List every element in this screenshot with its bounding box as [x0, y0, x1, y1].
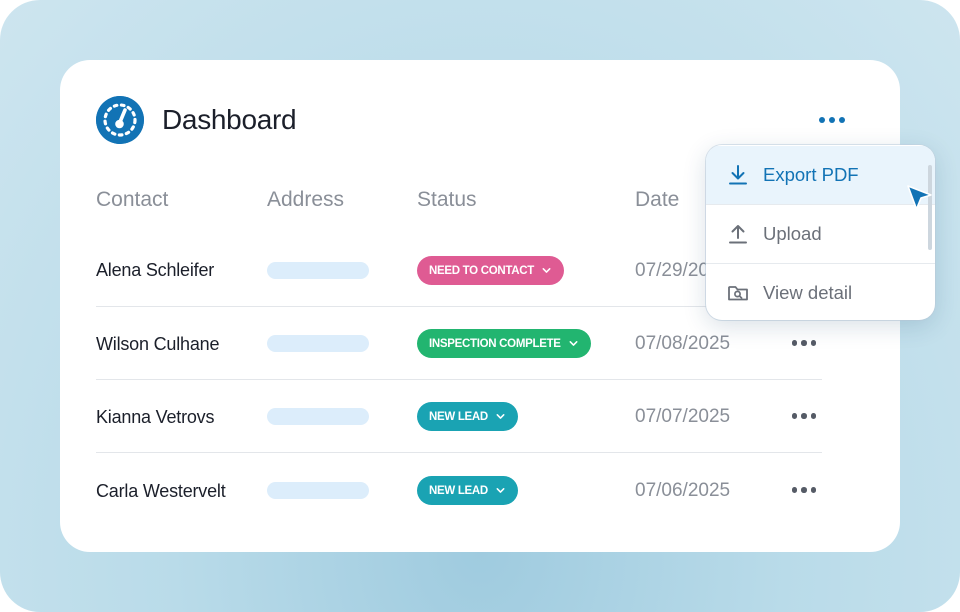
menu-item-upload[interactable]: Upload [706, 205, 935, 263]
more-horizontal-icon [791, 413, 798, 419]
status-label: NEW LEAD [429, 410, 488, 423]
chevron-down-icon [569, 341, 578, 346]
header-more-button[interactable] [812, 108, 852, 132]
menu-item-label: Upload [763, 223, 822, 244]
status-badge[interactable]: NEW LEAD [417, 476, 518, 505]
contact-name: Carla Westervelt [96, 481, 226, 501]
status-badge[interactable]: INSPECTION COMPLETE [417, 329, 591, 358]
more-horizontal-icon [791, 340, 798, 346]
folder-search-icon [726, 281, 750, 305]
page-title: Dashboard [162, 104, 297, 135]
row-more-button[interactable] [786, 333, 822, 353]
status-label: NEW LEAD [429, 484, 488, 497]
date-cell: 07/06/2025 [635, 480, 731, 501]
contact-name: Wilson Culhane [96, 334, 220, 354]
row-more-button[interactable] [786, 406, 822, 426]
upload-icon [726, 222, 750, 246]
status-badge[interactable]: NEW LEAD [417, 402, 518, 431]
address-placeholder [267, 262, 369, 279]
mouse-cursor-icon [906, 184, 934, 214]
contact-name: Alena Schleifer [96, 260, 215, 280]
date-cell: 07/07/2025 [635, 406, 731, 427]
menu-item-label: View detail [763, 282, 853, 303]
column-header-date: Date [635, 188, 680, 211]
chevron-down-icon [496, 488, 505, 493]
status-label: INSPECTION COMPLETE [429, 337, 561, 350]
actions-dropdown-menu: Export PDF Upload View detail [706, 145, 935, 320]
download-icon [726, 163, 750, 187]
address-placeholder [267, 482, 369, 499]
menu-item-view-detail[interactable]: View detail [706, 264, 935, 320]
more-horizontal-icon [819, 117, 825, 123]
contact-name: Kianna Vetrovs [96, 407, 215, 427]
gauge-icon [96, 96, 144, 144]
column-header-address: Address [267, 188, 345, 211]
status-label: NEED TO CONTACT [429, 264, 534, 277]
menu-item-label: Export PDF [763, 164, 859, 185]
chevron-down-icon [542, 268, 551, 273]
more-horizontal-icon [791, 487, 798, 493]
column-header-status: Status [417, 188, 477, 211]
column-header-contact: Contact [96, 188, 169, 211]
chevron-down-icon [496, 414, 505, 419]
status-badge[interactable]: NEED TO CONTACT [417, 256, 564, 285]
table-row[interactable]: Kianna Vetrovs NEW LEAD 07/07/2025 [96, 380, 822, 453]
menu-item-export-pdf[interactable]: Export PDF [706, 146, 935, 204]
date-cell: 07/08/2025 [635, 333, 731, 354]
row-more-button[interactable] [786, 480, 822, 500]
address-placeholder [267, 408, 369, 425]
address-placeholder [267, 335, 369, 352]
table-row[interactable]: Carla Westervelt NEW LEAD 07/06/2025 [96, 454, 822, 527]
background-frame: Dashboard Contact Address Status Date Al… [0, 0, 960, 612]
